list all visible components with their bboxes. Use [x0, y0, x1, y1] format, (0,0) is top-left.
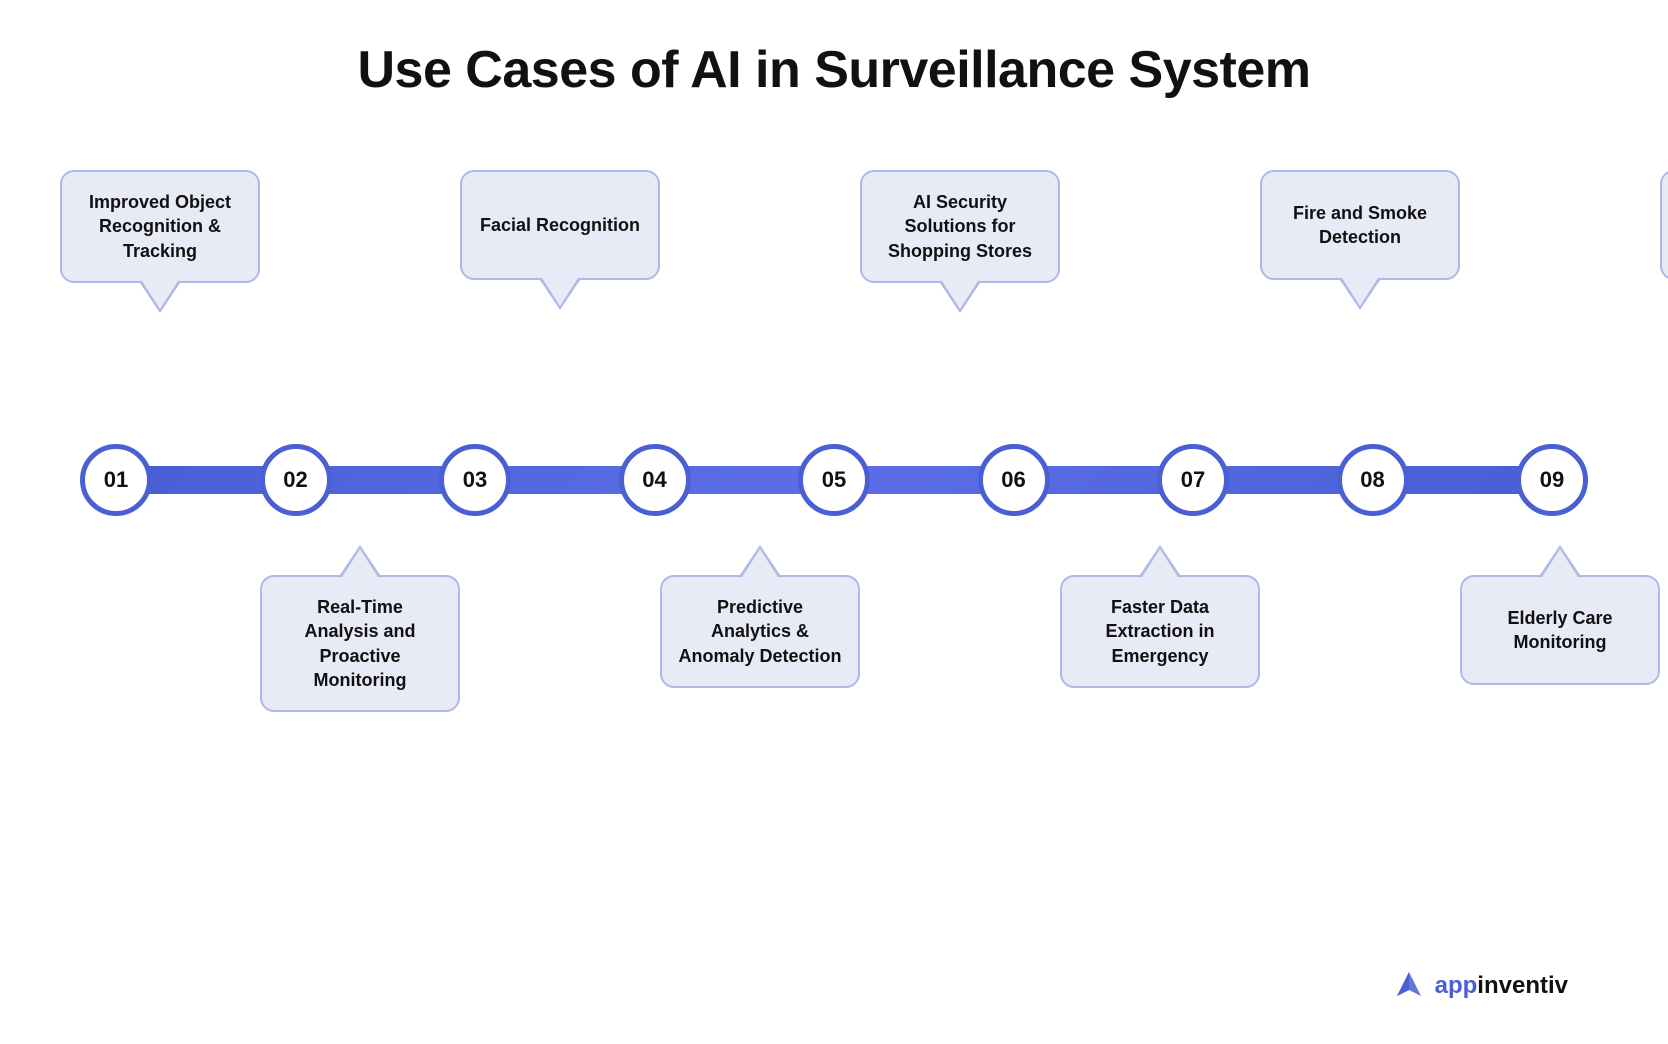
bottom-slot-7: Elderly Care Monitoring [1460, 525, 1660, 685]
top-slot-6: Fire and Smoke Detection [1260, 150, 1460, 280]
bottom-slot-5: Faster Data Extraction in Emergency [1060, 525, 1260, 688]
bottom-slot-4 [860, 525, 1060, 665]
top-slot-2: Facial Recognition [460, 150, 660, 280]
bubble-improved-object: Improved Object Recognition & Tracking [60, 170, 260, 283]
bubble-predictive: Predictive Analytics & Anomaly Detection [660, 575, 860, 688]
bubble-traffic: Efficient Traffic Management [1660, 170, 1668, 280]
bottom-slot-2 [460, 525, 660, 665]
node-02: 02 [260, 444, 332, 516]
bubble-fire-smoke: Fire and Smoke Detection [1260, 170, 1460, 280]
node-01: 01 [80, 444, 152, 516]
timeline-row: 01 02 03 04 05 06 07 08 09 [60, 440, 1608, 520]
bubble-facial: Facial Recognition [460, 170, 660, 280]
node-07: 07 [1157, 444, 1229, 516]
top-bubbles: Improved Object Recognition & Tracking F… [60, 150, 1608, 435]
bottom-slot-3: Predictive Analytics & Anomaly Detection [660, 525, 860, 688]
page-container: Use Cases of AI in Surveillance System I… [0, 0, 1668, 1044]
page-title: Use Cases of AI in Surveillance System [357, 40, 1310, 100]
top-slot-1 [260, 150, 460, 290]
bubble-faster-data: Faster Data Extraction in Emergency [1060, 575, 1260, 688]
bottom-slot-1: Real-Time Analysis and Proactive Monitor… [260, 525, 460, 712]
diagram-area: Improved Object Recognition & Tracking F… [60, 150, 1608, 1014]
node-09: 09 [1516, 444, 1588, 516]
node-03: 03 [439, 444, 511, 516]
bottom-slot-8 [1660, 525, 1668, 665]
logo-text: appinventiv [1435, 972, 1568, 1000]
logo-area: appinventiv [1391, 968, 1568, 1004]
bubble-realtime: Real-Time Analysis and Proactive Monitor… [260, 575, 460, 712]
top-slot-5 [1060, 150, 1260, 290]
node-08: 08 [1337, 444, 1409, 516]
top-slot-7 [1460, 150, 1660, 290]
nodes-container: 01 02 03 04 05 06 07 08 09 [80, 440, 1588, 520]
node-04: 04 [619, 444, 691, 516]
appinventiv-logo-icon [1391, 968, 1427, 1004]
top-slot-3 [660, 150, 860, 290]
node-06: 06 [978, 444, 1050, 516]
top-slot-0: Improved Object Recognition & Tracking [60, 150, 260, 283]
bubble-ai-security: AI Security Solutions for Shopping Store… [860, 170, 1060, 283]
bottom-bubbles: Real-Time Analysis and Proactive Monitor… [60, 525, 1608, 805]
bottom-slot-0 [60, 525, 260, 665]
top-slot-4: AI Security Solutions for Shopping Store… [860, 150, 1060, 283]
bottom-slot-6 [1260, 525, 1460, 665]
bubble-elderly: Elderly Care Monitoring [1460, 575, 1660, 685]
node-05: 05 [798, 444, 870, 516]
top-slot-8: Efficient Traffic Management [1660, 150, 1668, 280]
